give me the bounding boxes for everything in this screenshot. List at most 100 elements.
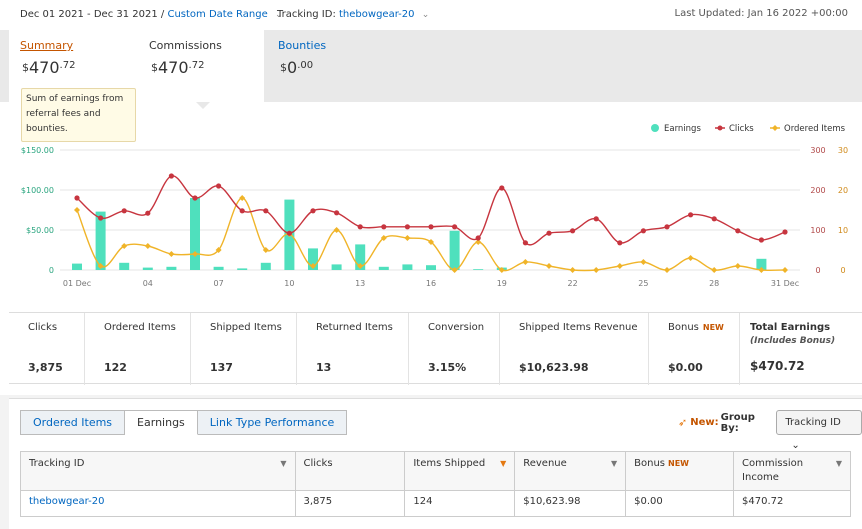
stat-title: Total Earnings (Includes Bonus)	[750, 322, 836, 346]
tab-earnings[interactable]: Earnings	[125, 410, 198, 435]
clicks-point	[98, 215, 104, 221]
earnings-bar	[449, 230, 460, 270]
tab-link-type-performance[interactable]: Link Type Performance	[197, 410, 348, 435]
ordered-items-point	[782, 267, 788, 273]
ordered-items-point	[616, 263, 623, 269]
stat-title: Bonus NEW	[668, 322, 724, 333]
clicks-point	[334, 210, 340, 216]
stat-value: $10,623.98	[519, 361, 589, 374]
earnings-bar	[473, 269, 484, 270]
summary-tooltip: Sum of earnings from referral fees and b…	[21, 88, 136, 142]
col-items-shipped[interactable]: Items Shipped ▼	[404, 451, 516, 491]
date-separator: /	[160, 9, 165, 20]
clicks-point	[546, 230, 552, 236]
ordered-items-point	[593, 267, 600, 273]
stat-conversion: Conversion 3.15%	[409, 313, 500, 385]
clicks-point	[499, 185, 505, 191]
clicks-point	[192, 195, 198, 201]
ordered-items-point	[569, 267, 576, 273]
clicks-point	[357, 224, 363, 230]
clicks-point	[617, 240, 623, 246]
tab-bounties[interactable]: Bounties $0.00	[278, 30, 398, 102]
y-right-tick: 30	[838, 146, 848, 155]
legend-ordered-diamond	[772, 125, 778, 131]
clicks-point	[475, 235, 481, 241]
clicks-point	[711, 216, 717, 222]
new-label: New:	[690, 417, 719, 428]
group-by: ➶ New: Group By: Tracking ID ⌄	[678, 410, 862, 451]
ordered-items-point	[168, 251, 175, 257]
earnings-bar	[426, 265, 436, 270]
custom-date-range-link[interactable]: Custom Date Range	[167, 9, 267, 20]
clicks-point	[263, 208, 269, 214]
col-revenue[interactable]: Revenue ▼	[514, 451, 627, 491]
chevron-down-icon: ⌄	[791, 440, 800, 451]
earnings-bar	[378, 266, 389, 270]
tracking-id-value[interactable]: thebowgear-20	[339, 9, 415, 20]
earnings-bar	[402, 264, 413, 270]
new-badge: NEW	[702, 323, 724, 332]
x-tick: 04	[143, 279, 153, 288]
date-range-selector[interactable]: Dec 01 2021 - Dec 31 2021 / Custom Date …	[20, 9, 282, 20]
clicks-point	[570, 228, 576, 234]
clicks-point	[381, 224, 387, 230]
earnings-bar	[190, 198, 200, 270]
stat-title: Shipped Items Revenue	[519, 322, 638, 333]
clicks-point	[216, 183, 222, 189]
cell-clicks: 3,875	[294, 490, 406, 517]
x-tick: 22	[568, 279, 578, 288]
stat-value: 137	[210, 361, 233, 374]
col-commission-income[interactable]: Commission Income ▼	[733, 451, 851, 491]
tab-commissions-label[interactable]: Commissions	[149, 39, 222, 52]
sort-caret-icon: ▼	[610, 459, 618, 468]
clicks-point	[310, 208, 316, 214]
stat-title: Shipped Items	[210, 322, 282, 333]
group-by-select[interactable]: Tracking ID ⌄	[776, 410, 862, 451]
page: Dec 01 2021 - Dec 31 2021 / Custom Date …	[0, 0, 862, 529]
cell-commission-income: $470.72	[733, 490, 851, 517]
report-tabs: Ordered Items Earnings Link Type Perform…	[20, 410, 348, 435]
clicks-point	[121, 208, 127, 214]
col-clicks[interactable]: Clicks	[294, 451, 406, 491]
tracking-id-selector[interactable]: Tracking ID: thebowgear-20 ⌄	[277, 9, 429, 20]
group-by-label: Group By:	[720, 411, 755, 434]
legend-earnings-icon	[651, 124, 659, 132]
clicks-point	[286, 230, 292, 236]
y-left-tick: $100.00	[21, 186, 54, 195]
clicks-point	[664, 224, 670, 230]
clicks-point	[758, 237, 765, 243]
ordered-items-point	[687, 255, 694, 261]
cell-bonus: $0.00	[625, 490, 735, 517]
tab-summary-label[interactable]: Summary	[20, 39, 73, 52]
x-tick: 28	[709, 279, 719, 288]
earnings-bar	[260, 262, 271, 270]
tab-ordered-items[interactable]: Ordered Items	[20, 410, 126, 435]
y-left-tick: $50.00	[26, 226, 54, 235]
y-mid-tick: 300	[810, 146, 825, 155]
x-tick: 31 Dec	[771, 279, 799, 288]
y-left-tick: 0	[49, 266, 54, 275]
clicks-point	[735, 228, 741, 234]
clicks-point	[522, 240, 529, 246]
chevron-down-icon: ⌄	[421, 10, 430, 20]
cell-tracking-id: thebowgear-20	[20, 490, 296, 517]
y-right-tick: 0	[840, 266, 845, 275]
sort-caret-icon: ▼	[280, 459, 287, 468]
x-tick: 13	[355, 279, 365, 288]
ordered-items-point	[404, 235, 411, 241]
stat-value: 13	[316, 361, 332, 374]
tab-bounties-label[interactable]: Bounties	[278, 39, 326, 52]
stat-bonus: Bonus NEW $0.00	[649, 313, 740, 385]
ordered-items-point	[333, 227, 340, 233]
clicks-point	[145, 210, 151, 216]
x-tick: 16	[426, 279, 436, 288]
col-tracking-id[interactable]: Tracking ID ▼	[20, 451, 296, 491]
stat-title: Conversion	[428, 322, 485, 333]
legend-clicks-dot	[717, 125, 723, 131]
ordered-items-line	[76, 197, 786, 272]
tracking-id-link[interactable]: thebowgear-20	[29, 496, 105, 507]
stat-shipped-revenue: Shipped Items Revenue $10,623.98	[500, 313, 649, 385]
bounties-value: $0.00	[280, 58, 314, 77]
sort-caret-icon: ▼	[500, 459, 507, 468]
col-bonus[interactable]: Bonus NEW	[625, 451, 735, 491]
